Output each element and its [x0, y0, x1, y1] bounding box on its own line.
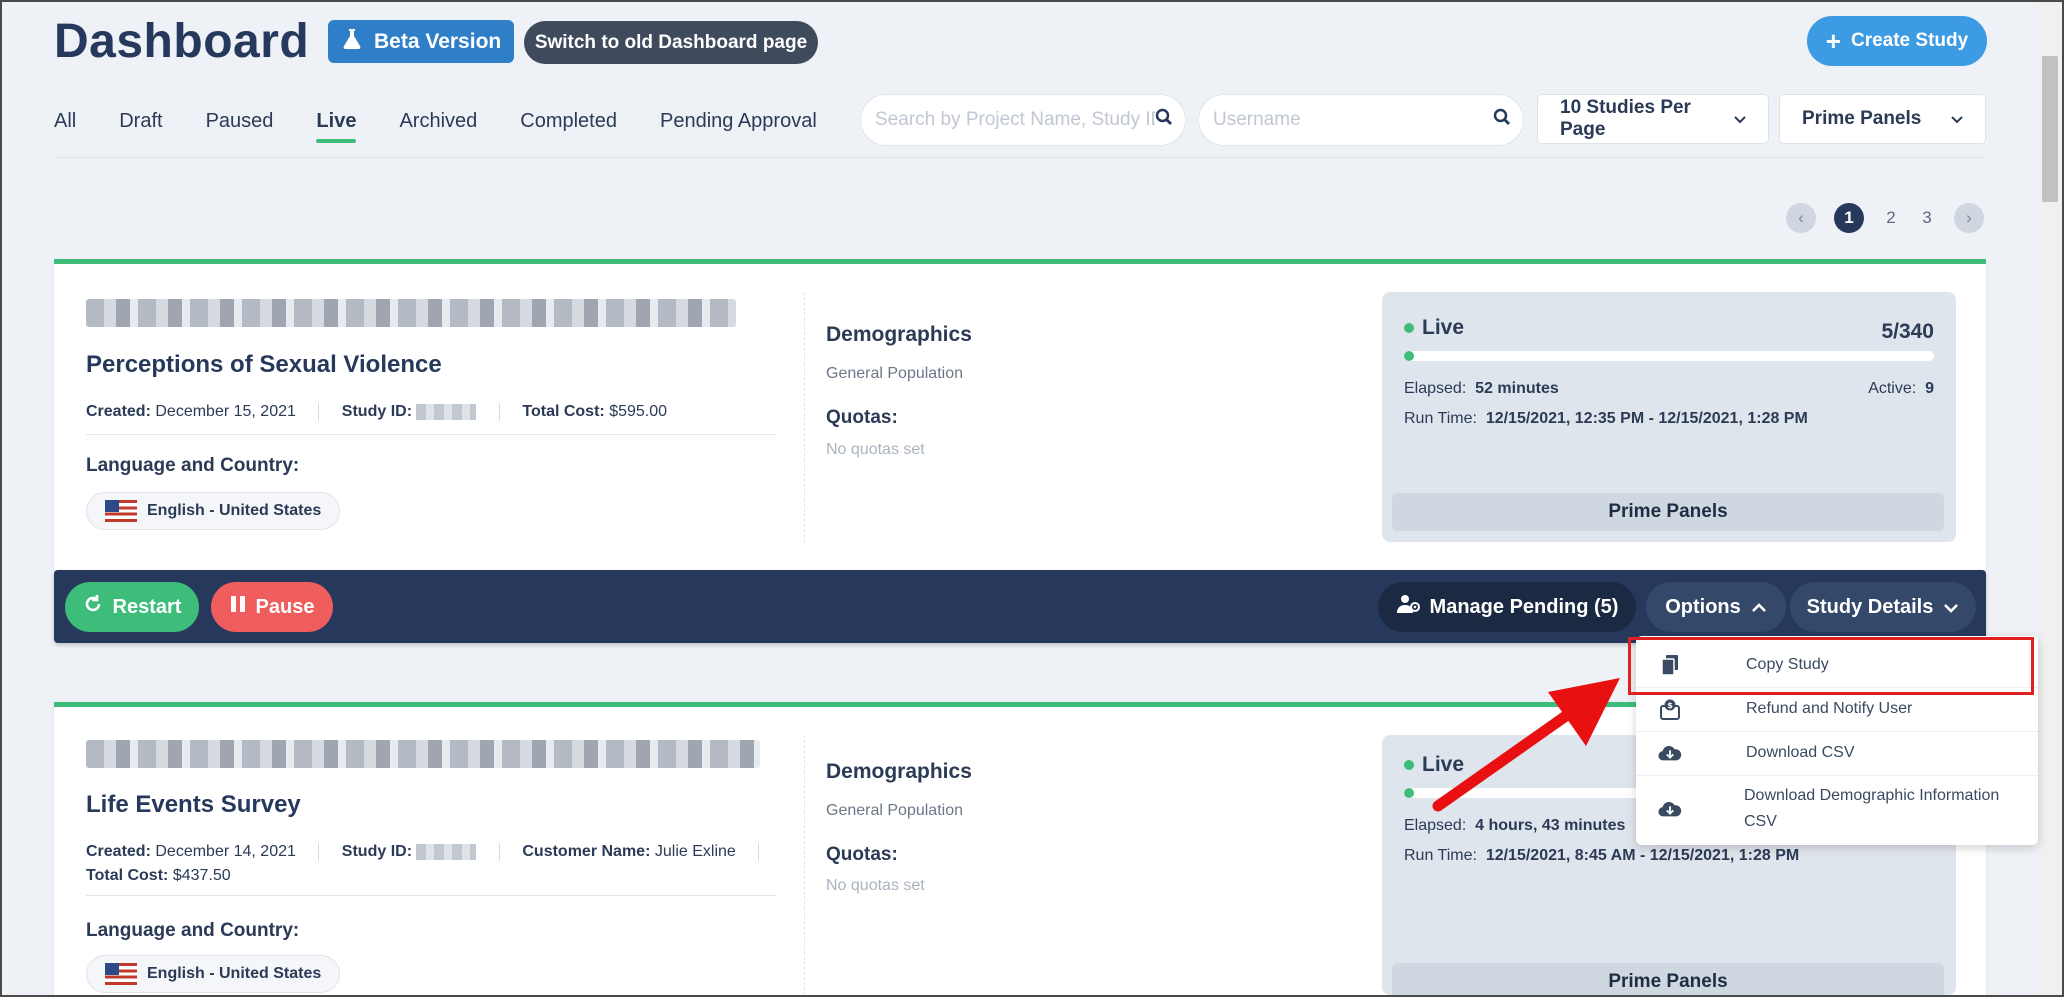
study-title[interactable]: Perceptions of Sexual Violence — [86, 351, 442, 379]
username-search-input[interactable]: Username — [1198, 94, 1524, 146]
scrollbar-thumb[interactable] — [2042, 56, 2058, 202]
tab-completed[interactable]: Completed — [520, 110, 617, 143]
page-3-button[interactable]: 3 — [1912, 203, 1942, 233]
divider — [86, 895, 776, 896]
runtime-stat: Run Time: 12/15/2021, 8:45 AM - 12/15/20… — [1404, 847, 1800, 864]
quotas-heading: Quotas: — [826, 407, 898, 428]
cloud-download-icon — [1658, 797, 1682, 821]
flask-icon — [342, 28, 362, 56]
restart-button[interactable]: Restart — [65, 582, 199, 632]
chevron-down-icon — [1734, 108, 1746, 130]
divider — [86, 434, 776, 435]
search-icon[interactable] — [1493, 108, 1511, 132]
study-title[interactable]: Life Events Survey — [86, 791, 301, 819]
page-2-button[interactable]: 2 — [1876, 203, 1906, 233]
menu-item-download-demographic-csv[interactable]: Download Demographic Information CSV — [1636, 776, 2038, 842]
quotas-heading: Quotas: — [826, 844, 898, 865]
language-chip: English - United States — [86, 955, 341, 993]
completion-progress — [1404, 351, 1934, 361]
redacted-study-id — [416, 404, 477, 420]
panel-name-bar: Prime Panels — [1392, 493, 1944, 531]
tab-draft[interactable]: Draft — [119, 110, 162, 143]
pause-icon — [230, 595, 246, 619]
manage-pending-button[interactable]: Manage Pending (5) — [1378, 582, 1636, 632]
copy-study-highlight-box — [1628, 637, 2034, 695]
project-search-input[interactable]: Search by Project Name, Study ID — [860, 94, 1186, 146]
tab-live[interactable]: Live — [316, 110, 357, 143]
demographics-value: General Population — [826, 802, 963, 819]
chevron-down-icon — [1951, 108, 1963, 130]
svg-text:$: $ — [1667, 701, 1673, 710]
chevron-down-icon — [1943, 596, 1959, 619]
live-status-panel: Live 5/340 Elapsed: 52 minutes Active: 9… — [1382, 292, 1956, 542]
elapsed-stat: Elapsed: 52 minutes — [1404, 380, 1559, 397]
tab-paused[interactable]: Paused — [206, 110, 274, 143]
menu-item-download-csv[interactable]: Download CSV — [1636, 732, 2038, 774]
redacted-project-name — [86, 299, 736, 327]
column-divider — [804, 292, 805, 542]
tabs-divider — [54, 157, 1986, 158]
cloud-download-icon — [1658, 741, 1682, 765]
progress-fill — [1404, 351, 1414, 361]
tab-all[interactable]: All — [54, 110, 76, 143]
next-page-button[interactable]: › — [1954, 203, 1984, 233]
plus-icon: + — [1825, 26, 1841, 56]
study-action-bar: Restart Pause Manage Pending (5) Options… — [54, 570, 1986, 643]
total-cost: Total Cost: $437.50 — [86, 867, 231, 884]
restart-icon — [83, 594, 103, 620]
panel-name-bar: Prime Panels — [1392, 963, 1944, 997]
options-button[interactable]: Options — [1646, 582, 1786, 632]
status-label: Live — [1404, 316, 1464, 340]
create-study-button[interactable]: + Create Study — [1807, 16, 1987, 66]
demographics-heading: Demographics — [826, 323, 972, 346]
panel-select[interactable]: Prime Panels — [1779, 94, 1986, 144]
study-meta: Created: December 14, 2021 Study ID: Cus… — [86, 843, 777, 861]
language-heading: Language and Country: — [86, 455, 300, 476]
redacted-project-name — [86, 740, 760, 768]
demographics-value: General Population — [826, 365, 963, 382]
pause-button[interactable]: Pause — [211, 582, 333, 632]
redacted-study-id — [416, 844, 477, 860]
search-icon[interactable] — [1155, 108, 1173, 132]
page-title: Dashboard — [54, 15, 310, 68]
beta-version-badge[interactable]: Beta Version — [328, 20, 514, 63]
users-gear-icon — [1396, 594, 1420, 620]
us-flag-icon — [105, 500, 137, 522]
live-dot-icon — [1404, 760, 1414, 770]
tab-pending-approval[interactable]: Pending Approval — [660, 110, 817, 143]
study-card: Perceptions of Sexual Violence Created: … — [54, 259, 1986, 570]
language-heading: Language and Country: — [86, 920, 300, 941]
demographics-heading: Demographics — [826, 760, 972, 783]
active-stat: Active: 9 — [1868, 380, 1934, 397]
annotation-arrow-icon — [1432, 678, 1620, 812]
completes-count: 5/340 — [1881, 320, 1934, 343]
prev-page-button[interactable]: ‹ — [1786, 203, 1816, 233]
study-details-button[interactable]: Study Details — [1790, 582, 1976, 632]
switch-old-dashboard-button[interactable]: Switch to old Dashboard page — [524, 21, 818, 64]
refund-icon: $ — [1658, 697, 1682, 721]
study-meta: Created: December 15, 2021 Study ID: Tot… — [86, 403, 668, 421]
language-chip: English - United States — [86, 492, 341, 530]
us-flag-icon — [105, 963, 137, 985]
quotas-value: No quotas set — [826, 441, 925, 458]
column-divider — [804, 735, 805, 995]
live-dot-icon — [1404, 323, 1414, 333]
chevron-up-icon — [1751, 596, 1767, 619]
page-1-button[interactable]: 1 — [1834, 203, 1864, 233]
tab-archived[interactable]: Archived — [399, 110, 477, 143]
per-page-select[interactable]: 10 Studies Per Page — [1537, 94, 1769, 144]
progress-fill — [1404, 788, 1414, 798]
status-tabs: All Draft Paused Live Archived Completed… — [54, 110, 860, 143]
runtime-stat: Run Time: 12/15/2021, 12:35 PM - 12/15/2… — [1404, 410, 1808, 427]
quotas-value: No quotas set — [826, 877, 925, 894]
